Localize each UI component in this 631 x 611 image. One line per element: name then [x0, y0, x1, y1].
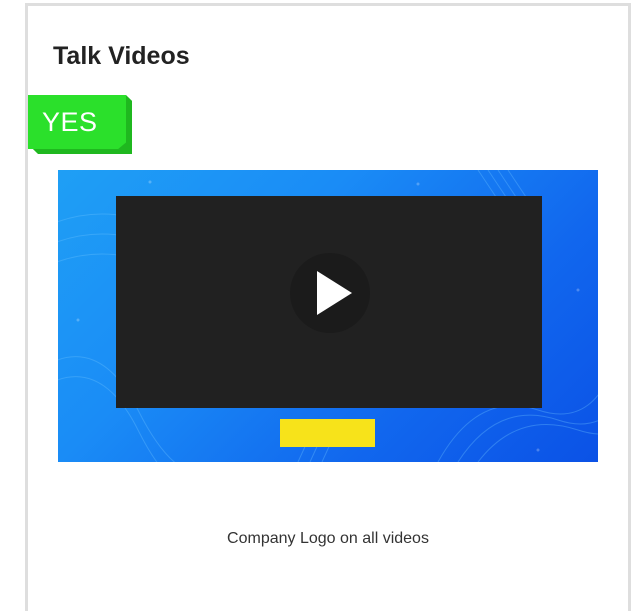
- company-logo-placeholder: [280, 419, 375, 447]
- video-thumbnail[interactable]: [58, 170, 598, 462]
- play-button[interactable]: [290, 253, 370, 333]
- video-caption: Company Logo on all videos: [227, 530, 429, 547]
- play-icon: [317, 271, 352, 315]
- card-title: Talk Videos: [53, 42, 190, 70]
- yes-badge: YES: [28, 95, 132, 154]
- badge-label: YES: [42, 107, 98, 137]
